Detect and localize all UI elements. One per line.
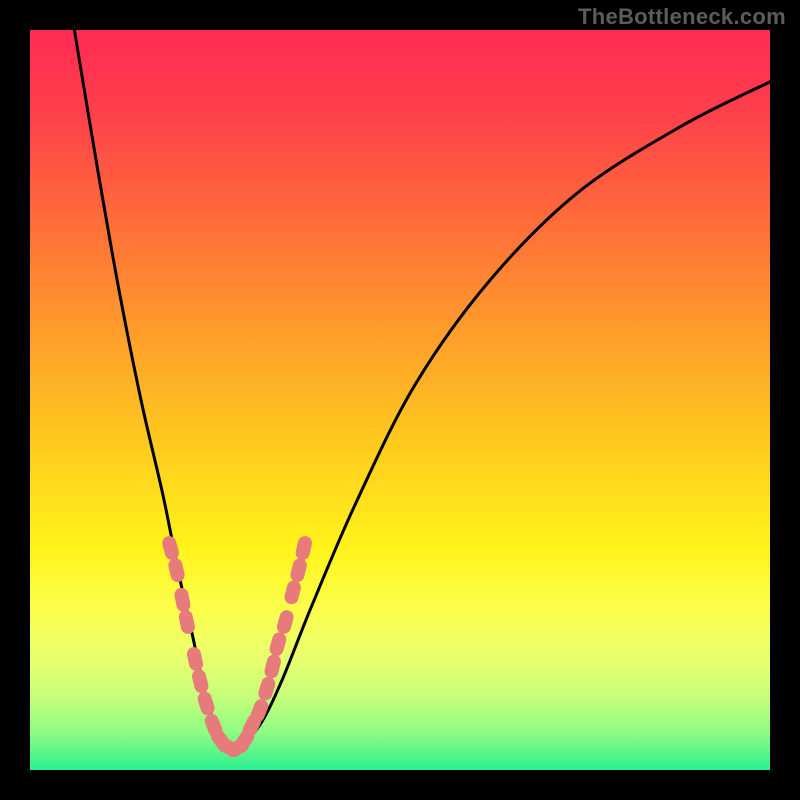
curve-marker [161, 535, 181, 562]
watermark-label: TheBottleneck.com [578, 4, 786, 30]
curve-marker [173, 587, 191, 613]
chart-frame: TheBottleneck.com [0, 0, 800, 800]
curve-marker [289, 557, 308, 584]
curve-marker [283, 579, 303, 606]
curve-marker [268, 631, 288, 658]
curve-marker [167, 557, 186, 584]
curve-marker [191, 668, 210, 695]
curve-marker [263, 653, 282, 680]
curve-marker [186, 646, 205, 672]
curve-markers [30, 30, 770, 770]
curve-marker [257, 675, 277, 702]
curve-marker [196, 690, 216, 717]
curve-marker [275, 609, 295, 636]
curve-marker [178, 609, 197, 635]
curve-marker [294, 535, 313, 562]
plot-area [30, 30, 770, 770]
